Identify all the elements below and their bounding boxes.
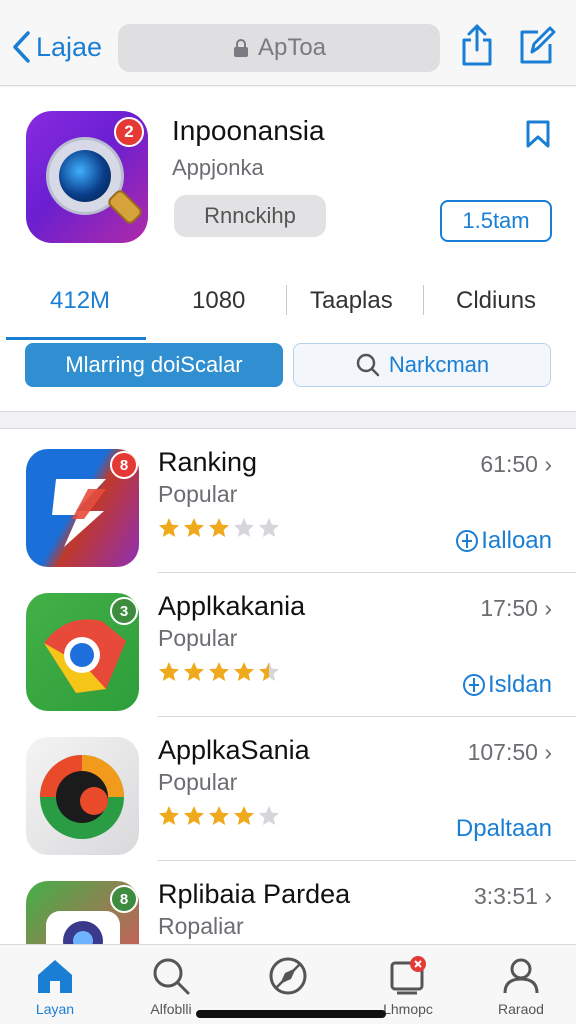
get-button[interactable]: 1.5tam xyxy=(440,200,552,242)
star-icon xyxy=(209,662,229,681)
back-button[interactable]: Lajae xyxy=(10,28,102,66)
list-item-subtitle: Popular xyxy=(158,625,238,651)
list-item-title: Ranking xyxy=(158,447,258,477)
list-item-title: Applkakania xyxy=(158,591,306,621)
search-icon xyxy=(153,958,190,995)
star-rating xyxy=(158,661,283,683)
star-icon xyxy=(259,806,279,825)
star-rating xyxy=(158,517,283,539)
photo-app-icon: 8 xyxy=(26,881,139,944)
star-icon xyxy=(234,518,254,537)
lock-icon xyxy=(233,39,248,57)
list-item[interactable]: ApplkaSania Popular 107:50 › Dpaltaan xyxy=(0,717,576,861)
star-icon xyxy=(209,806,229,825)
notification-badge: 2 xyxy=(114,117,144,147)
star-icon xyxy=(259,662,279,681)
list-item-time: 107:50 › xyxy=(467,739,552,765)
search-action-label: Narkcman xyxy=(388,352,490,377)
url-bar[interactable]: ApToa xyxy=(118,24,440,72)
chevron-left-icon xyxy=(13,31,30,63)
nav-bar: Lajae ApToa xyxy=(0,8,576,86)
list-item-time: 3:3:51 › xyxy=(473,883,552,909)
search-action-button[interactable]: Narkcman xyxy=(293,343,551,387)
tab-home[interactable]: Layan xyxy=(0,955,110,1021)
download-icon xyxy=(456,530,479,552)
primary-action-button[interactable]: Mlarring doiScalar xyxy=(25,343,283,387)
list-item-action[interactable]: Isldan xyxy=(462,671,552,699)
app-subtitle: Appjonka xyxy=(172,155,264,180)
notification-badge: 8 xyxy=(110,885,138,913)
star-icon xyxy=(234,806,254,825)
home-icon xyxy=(38,960,72,993)
notification-badge: 3 xyxy=(110,597,138,625)
tab-label: Alfoblli xyxy=(150,1001,192,1017)
list-item-subtitle: Popular xyxy=(158,769,238,795)
list-item[interactable]: 3 Applkakania Popular 17:50 › Isldan xyxy=(0,573,576,717)
download-icon xyxy=(462,674,485,696)
list-item-time: 17:50 › xyxy=(480,595,552,621)
camera-lens-icon[interactable]: 2 xyxy=(26,111,148,243)
stats-row: 412M 1080 Taaplas Cldiuns xyxy=(0,277,576,327)
tab-label: Lhmopc xyxy=(383,1001,433,1017)
url-text: ApToa xyxy=(257,34,327,61)
active-tab-underline xyxy=(6,337,146,340)
status-bar xyxy=(0,0,576,8)
stat-divider xyxy=(423,285,424,315)
star-icon xyxy=(184,662,204,681)
bookmark-icon[interactable] xyxy=(524,119,552,149)
home-indicator xyxy=(196,1010,386,1018)
share-icon[interactable] xyxy=(460,22,494,68)
browser-app-icon: 3 xyxy=(26,593,139,711)
compose-icon[interactable] xyxy=(518,26,556,66)
list-item-subtitle: Ropaliar xyxy=(158,913,244,939)
tab-label: Raraod xyxy=(498,1001,544,1017)
stat-downloads[interactable]: 412M xyxy=(50,287,110,315)
star-icon xyxy=(159,518,179,537)
app-title: Inpoonansia xyxy=(172,115,325,146)
stat-divider xyxy=(286,285,287,315)
back-label: Lajae xyxy=(36,31,103,62)
star-icon xyxy=(184,806,204,825)
tab-profile[interactable]: Raraod xyxy=(466,955,576,1021)
lightning-app-icon: 8 xyxy=(26,449,139,567)
star-icon xyxy=(259,518,279,537)
profile-icon xyxy=(503,958,539,994)
tab-label: Layan xyxy=(35,1001,75,1017)
list-item-title: ApplkaSania xyxy=(158,735,310,765)
stat-features[interactable]: Taaplas xyxy=(310,287,393,315)
star-icon xyxy=(159,662,179,681)
list-item-action[interactable]: Dpaltaan xyxy=(456,815,552,843)
category-tag-button[interactable]: Rnnckihp xyxy=(174,195,326,237)
app-list: 8 Ranking Popular 61:50 › Ialloan 3 Appl… xyxy=(0,428,576,944)
stat-reviews[interactable]: 1080 xyxy=(192,287,245,315)
list-item[interactable]: 8 Rplibaia Pardea Ropaliar 3:3:51 › xyxy=(0,861,576,944)
stat-collections[interactable]: Cldiuns xyxy=(456,287,536,315)
search-icon xyxy=(356,353,380,377)
notification-badge: 8 xyxy=(110,451,138,479)
camera-app-icon xyxy=(26,737,139,855)
star-icon xyxy=(159,806,179,825)
star-icon xyxy=(209,518,229,537)
list-item-title: Rplibaia Pardea xyxy=(158,879,351,909)
app-header-card: 2 Inpoonansia Appjonka Rnnckihp 1.5tam 4… xyxy=(0,87,576,412)
star-icon xyxy=(234,662,254,681)
compass-icon xyxy=(269,957,307,995)
star-icon xyxy=(184,518,204,537)
inbox-icon xyxy=(390,956,426,995)
list-item[interactable]: 8 Ranking Popular 61:50 › Ialloan xyxy=(0,429,576,573)
list-item-action[interactable]: Ialloan xyxy=(455,527,552,555)
star-rating xyxy=(158,805,283,827)
list-item-time: 61:50 › xyxy=(480,451,552,477)
list-item-subtitle: Popular xyxy=(158,481,238,507)
